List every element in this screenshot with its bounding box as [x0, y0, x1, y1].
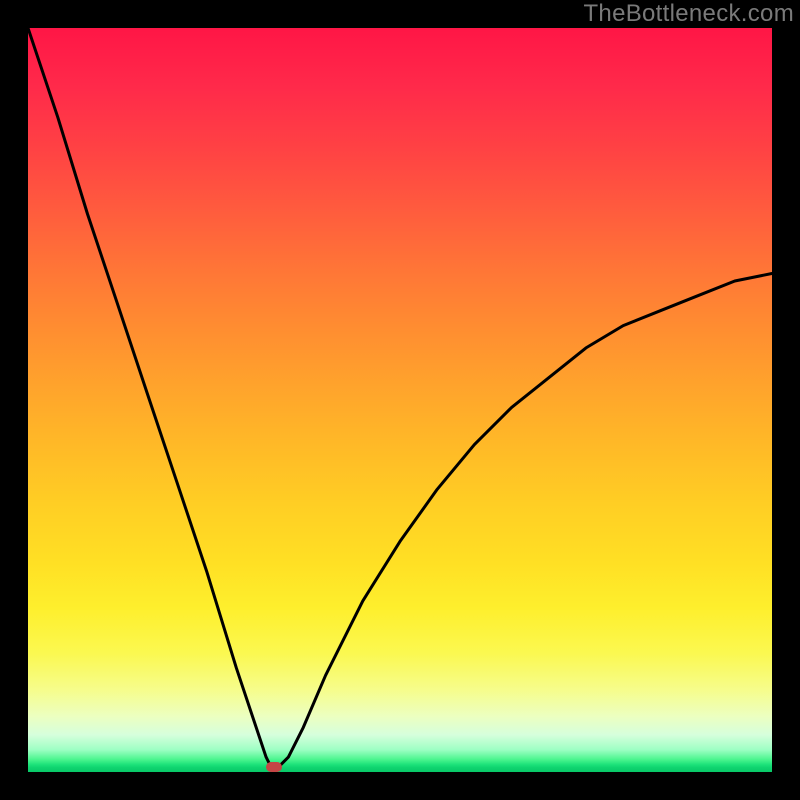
optimum-marker	[266, 762, 282, 772]
plot-area	[28, 28, 772, 772]
watermark-text: TheBottleneck.com	[583, 0, 794, 28]
bottleneck-curve	[28, 28, 772, 772]
chart-frame: TheBottleneck.com	[0, 0, 800, 800]
